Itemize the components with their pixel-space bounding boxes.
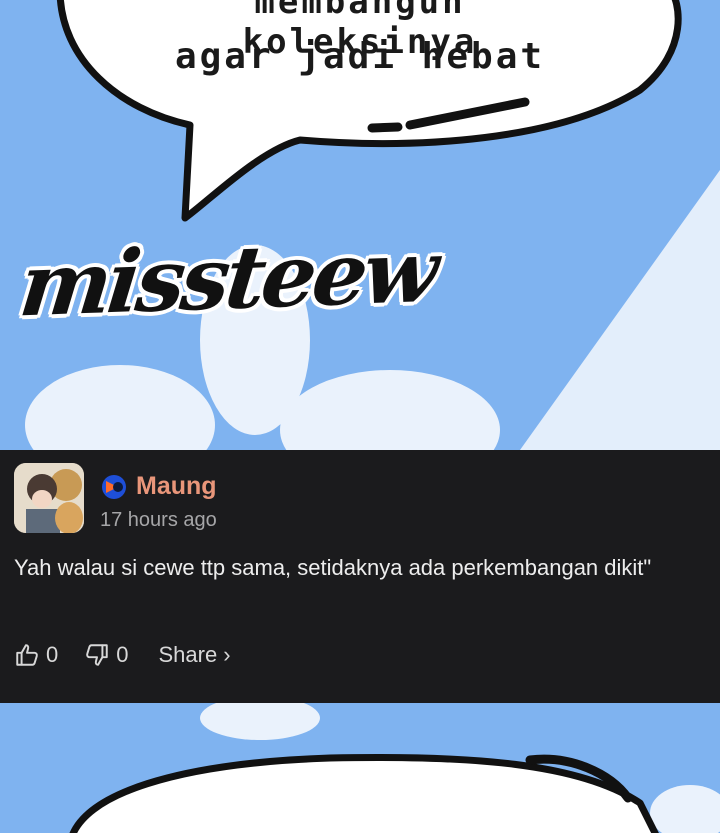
like-button[interactable]: 0 — [14, 642, 58, 668]
comic-background-art-bottom — [69, 703, 720, 833]
comic-panel-bottom — [0, 703, 720, 833]
speech-bubble-text-line2: agar jadi hebat — [174, 36, 546, 77]
avatar[interactable] — [14, 463, 84, 533]
comment-body: Yah walau si cewe ttp sama, setidaknya a… — [14, 555, 652, 580]
comment-timestamp: 17 hours ago — [100, 509, 217, 531]
comment-username[interactable]: Maung — [136, 472, 217, 501]
watermark-logo: missteew — [15, 221, 440, 337]
like-count: 0 — [46, 642, 59, 667]
chevron-right-icon: › — [223, 642, 231, 667]
share-label: Share — [158, 642, 218, 667]
thumbs-up-icon — [16, 644, 38, 666]
comment-card: Maung 17 hours ago Yah walau si cewe ttp… — [0, 450, 720, 703]
comic-panel-top: membangun koleksinya agar jadi hebat mis… — [0, 0, 720, 450]
dislike-count: 0 — [116, 642, 129, 667]
comment-actions: 0 0 Share › — [14, 642, 231, 668]
avatar-image — [14, 463, 84, 533]
thumbs-down-icon — [86, 644, 108, 666]
user-badge-icon — [102, 474, 126, 499]
dislike-button[interactable]: 0 — [84, 642, 129, 668]
share-button[interactable]: Share › — [159, 642, 231, 668]
comment-user-row: Maung — [100, 472, 217, 501]
